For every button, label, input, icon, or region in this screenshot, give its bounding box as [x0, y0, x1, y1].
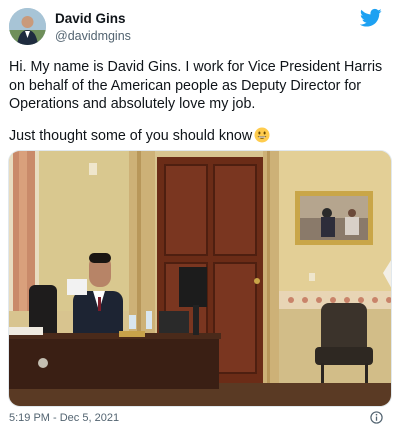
- tweet-timestamp[interactable]: 5:19 PM - Dec 5, 2021: [9, 412, 119, 424]
- tweet-photo[interactable]: [8, 150, 392, 407]
- author-name[interactable]: David Gins: [55, 11, 126, 26]
- twitter-bird-icon[interactable]: [360, 8, 382, 28]
- tweet-card: David Gins @davidmgins Hi. My name is Da…: [0, 0, 400, 431]
- grinning-face-emoji-icon: [254, 127, 270, 142]
- tweet-text-line2: Just thought some of you should know: [9, 127, 390, 145]
- tweet-text: Hi. My name is David Gins. I work for Vi…: [9, 59, 383, 112]
- author-handle[interactable]: @davidmgins: [55, 29, 131, 43]
- tweet-header: David Gins @davidmgins: [9, 8, 390, 48]
- avatar[interactable]: [9, 8, 46, 45]
- info-icon[interactable]: [370, 411, 383, 424]
- tweet-text-secondary: Just thought some of you should know: [9, 127, 253, 144]
